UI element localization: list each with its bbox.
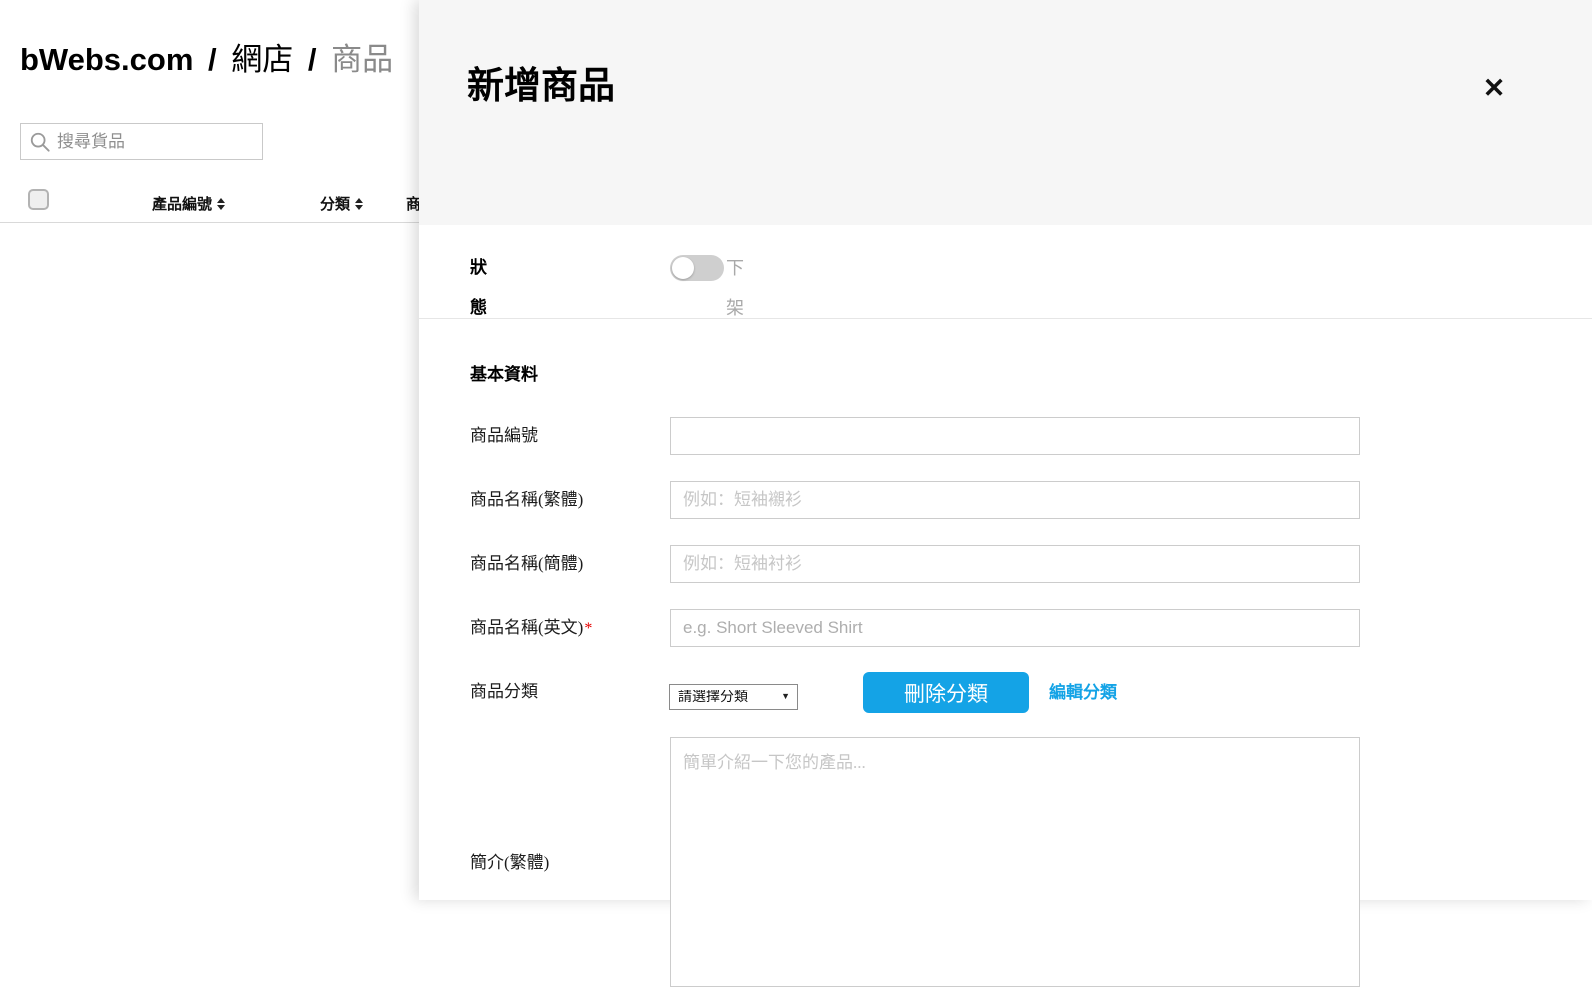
- status-label: 狀態: [470, 248, 487, 328]
- breadcrumb-brand[interactable]: bWebs.com: [20, 42, 193, 77]
- field-row-name-en: 商品名稱(英文)*: [470, 608, 1560, 648]
- field-row-name-tc: 商品名稱(繁體): [470, 480, 1560, 520]
- basic-info-section-title: 基本資料: [470, 360, 538, 385]
- required-asterisk: *: [584, 620, 592, 637]
- add-product-modal: 新增商品 ✕ 狀態 下架 基本資料 商品編號 商品名稱(繁體) 商品名稱(簡體)…: [419, 0, 1592, 900]
- intro-tc-textarea[interactable]: [670, 737, 1360, 987]
- column-header-category[interactable]: 分類: [320, 193, 363, 214]
- search-input[interactable]: [57, 124, 257, 159]
- edit-category-link[interactable]: 編輯分類: [1049, 672, 1117, 713]
- sort-icon[interactable]: [355, 198, 363, 210]
- search-icon: [29, 131, 51, 153]
- field-row-category: 商品分類 請選擇分類 ▼ 刪除分類 編輯分類: [470, 672, 1560, 712]
- product-search-box: [20, 123, 263, 160]
- product-code-input[interactable]: [670, 417, 1360, 455]
- field-label: 商品名稱(繁體): [470, 480, 583, 520]
- close-icon[interactable]: ✕: [1476, 70, 1512, 106]
- column-label: 分類: [320, 193, 350, 214]
- breadcrumb-separator: /: [302, 42, 323, 77]
- field-label: 商品名稱(簡體): [470, 544, 583, 584]
- column-header-product-code[interactable]: 產品編號: [152, 193, 225, 214]
- delete-category-button[interactable]: 刪除分類: [863, 672, 1029, 713]
- select-all-checkbox[interactable]: [28, 189, 49, 210]
- toggle-knob: [672, 257, 694, 279]
- breadcrumb: bWebs.com / 網店 / 商品: [20, 34, 393, 79]
- field-row-name-sc: 商品名稱(簡體): [470, 544, 1560, 584]
- field-label: 商品分類: [470, 672, 538, 712]
- breadcrumb-item-store[interactable]: 網店: [231, 42, 293, 77]
- category-select[interactable]: 請選擇分類: [669, 684, 798, 710]
- column-label: 產品編號: [152, 193, 212, 214]
- category-select-wrap: 請選擇分類 ▼: [669, 684, 798, 710]
- product-name-sc-input[interactable]: [670, 545, 1360, 583]
- modal-header: [419, 0, 1592, 225]
- modal-title: 新增商品: [467, 55, 615, 109]
- sort-icon[interactable]: [217, 198, 225, 210]
- product-name-tc-input[interactable]: [670, 481, 1360, 519]
- status-toggle[interactable]: [670, 255, 724, 281]
- product-name-en-input[interactable]: [670, 609, 1360, 647]
- breadcrumb-separator: /: [202, 42, 223, 77]
- field-label: 商品名稱(英文)*: [470, 608, 592, 649]
- status-value: 下架: [726, 248, 744, 328]
- field-label: 商品編號: [470, 416, 538, 456]
- section-divider: [419, 318, 1592, 319]
- field-label: 簡介(繁體): [470, 852, 549, 874]
- field-row-intro-tc: 簡介(繁體): [470, 737, 1560, 987]
- breadcrumb-item-products: 商品: [331, 42, 393, 77]
- field-row-product-code: 商品編號: [470, 416, 1560, 456]
